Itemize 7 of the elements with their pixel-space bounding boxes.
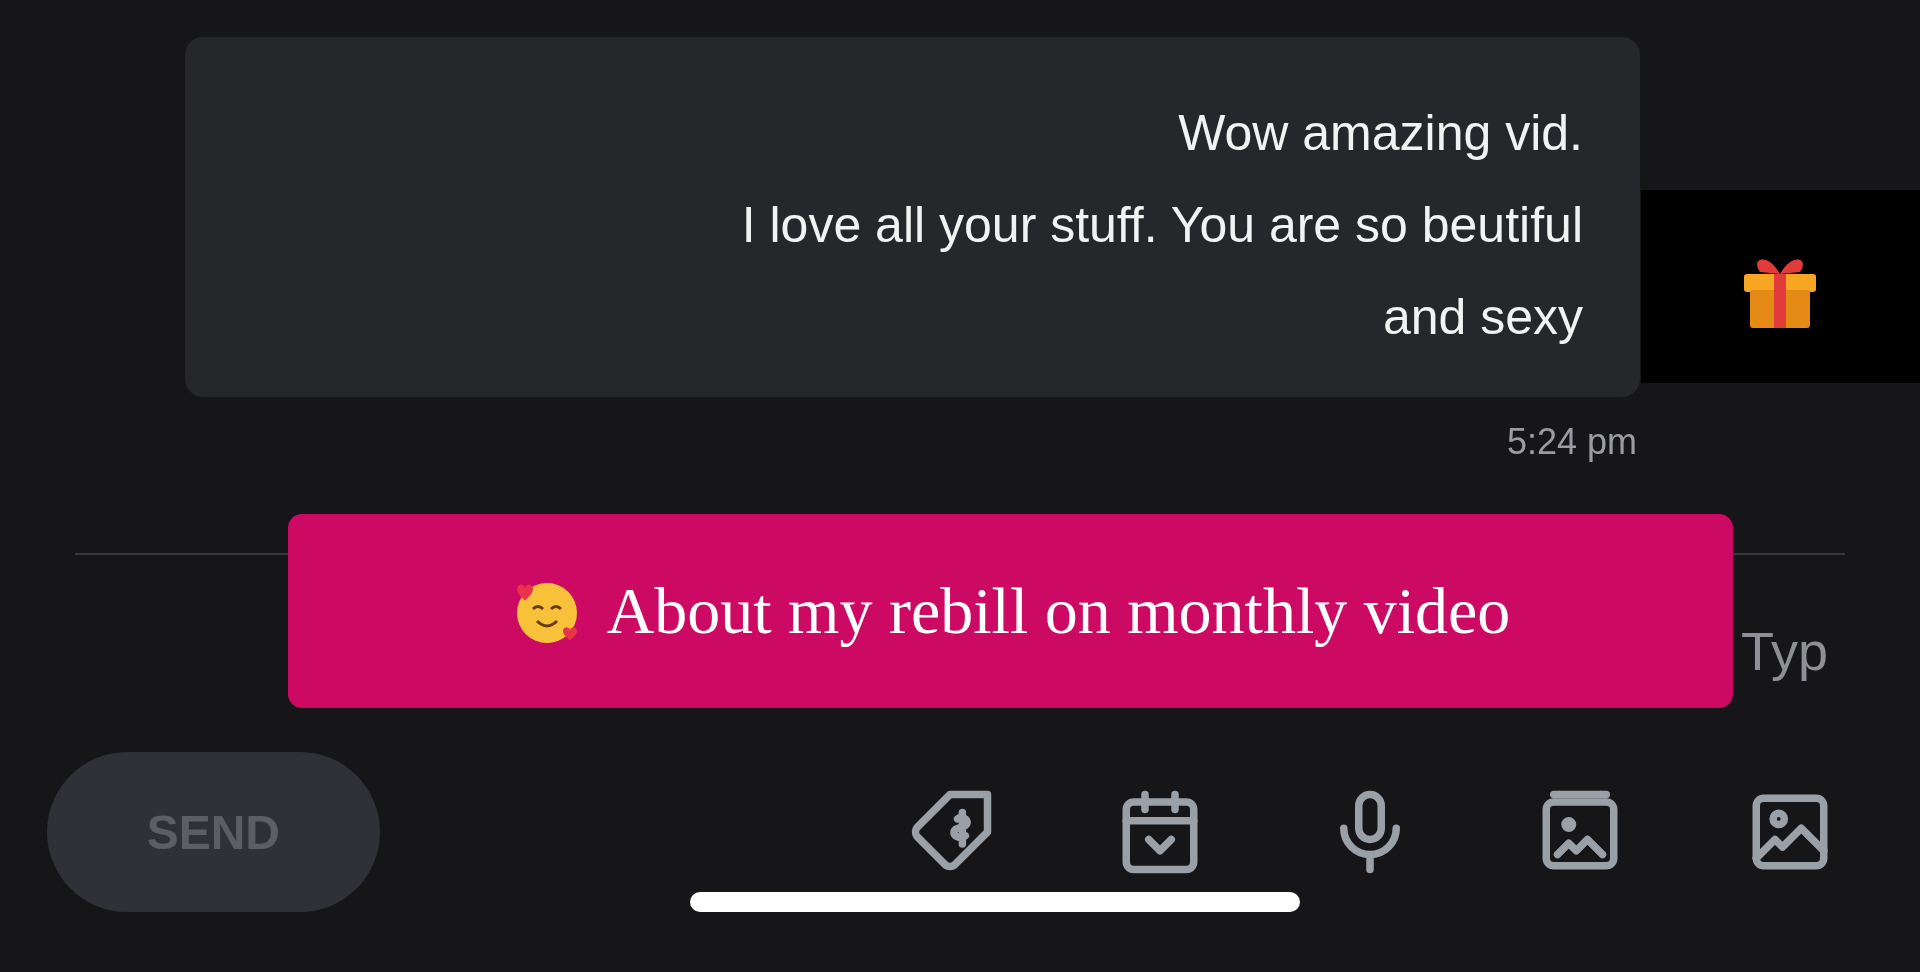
gift-panel[interactable] <box>1641 190 1920 383</box>
message-input[interactable]: Typ <box>1733 620 1828 682</box>
message-text: Wow amazing vid. <box>1178 104 1583 163</box>
caption-text: About my rebill on monthly video <box>606 573 1511 649</box>
message-text: I love all your stuff. You are so beutiful <box>741 196 1583 255</box>
message-time: 5:24 pm <box>1506 421 1637 463</box>
message-text: and sexy <box>1382 288 1583 347</box>
